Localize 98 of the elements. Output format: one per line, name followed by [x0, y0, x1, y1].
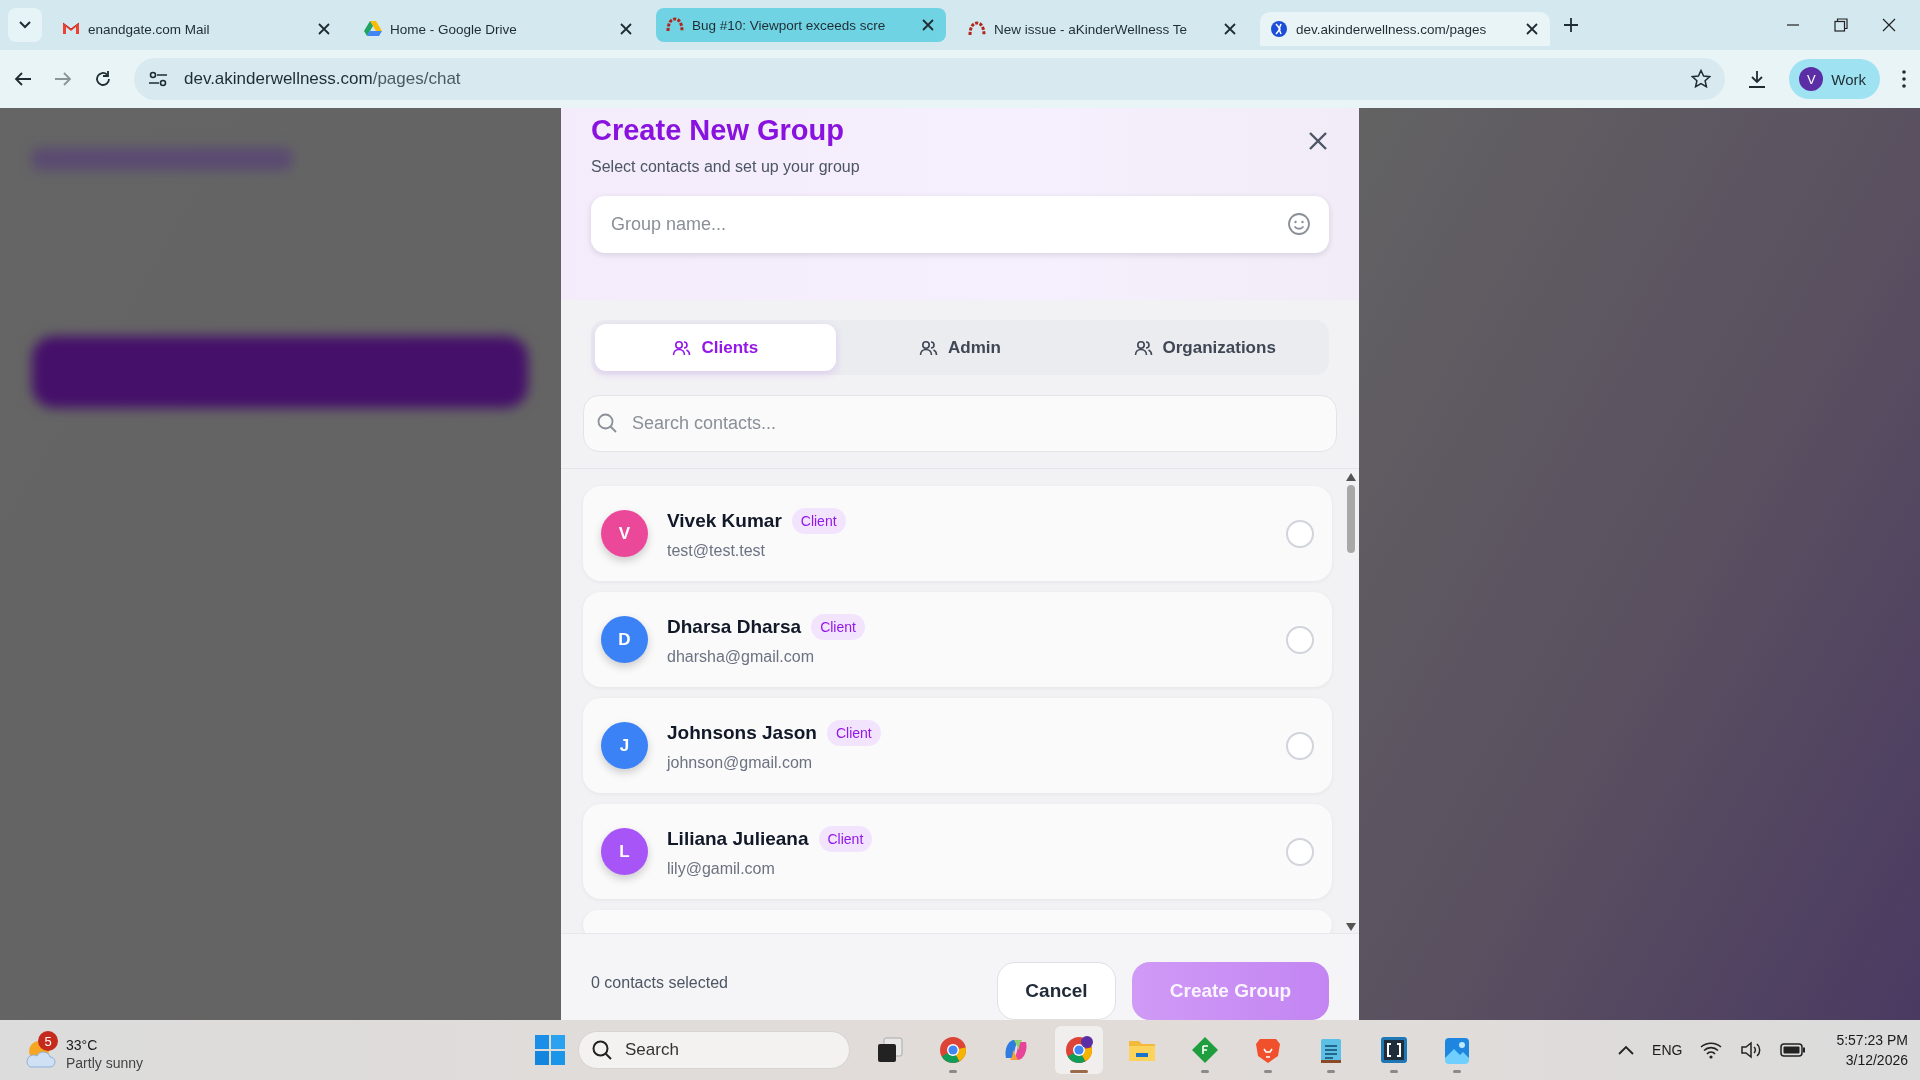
photo-icon [1443, 1036, 1471, 1064]
task-view-icon [876, 1036, 904, 1064]
close-icon[interactable] [1307, 130, 1329, 152]
wifi-icon[interactable] [1700, 1041, 1723, 1059]
reload-icon[interactable] [94, 70, 112, 88]
chrome-icon [1065, 1036, 1093, 1064]
weather-widget[interactable]: 5 33°C Partly sunny [24, 1028, 144, 1072]
contact-card[interactable]: L Liliana Julieana Client lily@gamil.com [583, 804, 1332, 899]
smiley-icon[interactable] [1287, 212, 1311, 236]
contact-card[interactable]: V Vivek Kumar Client test@test.test [583, 486, 1332, 581]
dialog-subtitle: Select contacts and set up your group [591, 158, 861, 176]
windows-logo-icon [535, 1035, 565, 1065]
close-icon[interactable] [1222, 21, 1238, 37]
contact-email: test@test.test [667, 541, 767, 560]
brackets-icon [1380, 1036, 1408, 1064]
triangle-logo-icon [364, 20, 382, 38]
taskbar-app-button[interactable] [1055, 1026, 1103, 1074]
filter-tab[interactable]: Admin [839, 324, 1081, 371]
role-tag: Client [826, 719, 881, 746]
profile-button[interactable]: V Work [1789, 59, 1880, 99]
running-indicator [949, 1070, 957, 1073]
dialog-title: Create New Group [591, 113, 844, 148]
running-indicator [1327, 1070, 1335, 1073]
arc-logo-icon [666, 16, 684, 34]
chevron-up-icon[interactable] [1618, 1045, 1635, 1055]
contact-name: Dharsa Dharsa [667, 615, 802, 638]
close-icon[interactable] [1524, 21, 1540, 37]
contact-email: lily@gamil.com [667, 859, 776, 878]
search-icon [592, 1040, 612, 1060]
browser-tab[interactable]: enandgate.com Mail [52, 12, 342, 46]
speaker-icon[interactable] [1740, 1041, 1763, 1059]
cancel-button[interactable]: Cancel [997, 962, 1116, 1020]
notification-badge: 5 [38, 1031, 58, 1051]
contact-search-field[interactable]: Search contacts... [583, 395, 1337, 452]
site-settings-icon[interactable] [148, 70, 168, 88]
clock-date[interactable]: 3/12/2026 [1845, 1050, 1908, 1070]
contact-name: Liliana Julieana [667, 827, 809, 850]
contact-name: Johnsons Jason [667, 721, 817, 744]
contact-card[interactable]: J Johnsons Jason Client johnson@gmail.com [583, 698, 1332, 793]
tab-list-button[interactable] [8, 8, 42, 42]
chrome-icon [939, 1036, 967, 1064]
select-radio[interactable] [1286, 837, 1314, 866]
running-indicator [1453, 1070, 1461, 1073]
browser-tab[interactable]: Home - Google Drive [354, 12, 644, 46]
caret-icon [19, 21, 31, 29]
role-tag: Client [811, 613, 865, 640]
diamond-icon [1191, 1036, 1219, 1064]
people-icon [1133, 338, 1153, 357]
contact-avatar: V [601, 510, 648, 557]
role-tag: Client [791, 507, 846, 534]
address-bar[interactable]: dev.akinderwellness.com/pages/chat [134, 58, 1726, 100]
filter-tab[interactable]: Clients [595, 324, 836, 371]
download-icon[interactable] [1747, 69, 1768, 89]
close-icon[interactable] [920, 17, 936, 33]
running-indicator [1070, 1070, 1088, 1073]
scroll-down-icon[interactable] [1345, 923, 1356, 931]
contact-avatar: L [601, 828, 648, 875]
contact-email: johnson@gmail.com [667, 753, 814, 772]
scroll-up-icon[interactable] [1345, 473, 1356, 481]
selection-count: 0 contacts selected [591, 974, 728, 992]
forward-arrow-icon[interactable] [54, 71, 72, 87]
temperature: 33°C [66, 1036, 99, 1054]
browser-tab[interactable]: Bug #10: Viewport exceeds scre [656, 8, 946, 42]
restore-icon[interactable] [1834, 18, 1848, 32]
people-icon [672, 338, 692, 357]
search-icon [597, 413, 617, 433]
contact-card[interactable]: D Dharsa Dharsa Client dharsha@gmail.com [583, 592, 1332, 687]
back-arrow-icon[interactable] [14, 71, 32, 87]
people-icon [919, 338, 939, 357]
running-indicator [1264, 1070, 1272, 1073]
taskbar-search-field[interactable]: Search [578, 1031, 850, 1069]
star-icon[interactable] [1691, 69, 1712, 89]
running-indicator [1201, 1070, 1209, 1073]
arc-logo-icon [968, 20, 986, 38]
contact-name: Vivek Kumar [667, 509, 782, 532]
close-icon[interactable] [316, 21, 332, 37]
battery-icon[interactable] [1780, 1043, 1807, 1057]
group-name-field[interactable]: Group name... [591, 196, 1329, 253]
contact-avatar: J [601, 722, 648, 769]
filter-tab[interactable]: Organizations [1084, 324, 1325, 371]
contact-avatar: D [601, 616, 648, 663]
select-radio[interactable] [1286, 625, 1314, 654]
close-icon[interactable] [1882, 18, 1896, 32]
scrollbar-thumb[interactable] [1346, 485, 1355, 553]
select-radio[interactable] [1286, 519, 1314, 548]
clock-time[interactable]: 5:57:23 PM [1836, 1030, 1908, 1050]
running-indicator [1390, 1070, 1398, 1073]
new-tab-icon[interactable] [1562, 16, 1580, 34]
close-icon[interactable] [618, 21, 634, 37]
select-radio[interactable] [1286, 731, 1314, 760]
weather-condition: Partly sunny [66, 1054, 144, 1072]
browser-tab[interactable]: New issue - aKinderWellness Te [958, 12, 1248, 46]
role-tag: Client [818, 825, 873, 852]
language-indicator[interactable]: ENG [1652, 1042, 1683, 1058]
more-menu-icon[interactable] [1902, 70, 1906, 88]
browser-tab[interactable]: dev.akinderwellness.com/pages [1260, 12, 1550, 46]
circle-logo-icon [1270, 20, 1288, 38]
contact-email: dharsha@gmail.com [667, 647, 815, 666]
